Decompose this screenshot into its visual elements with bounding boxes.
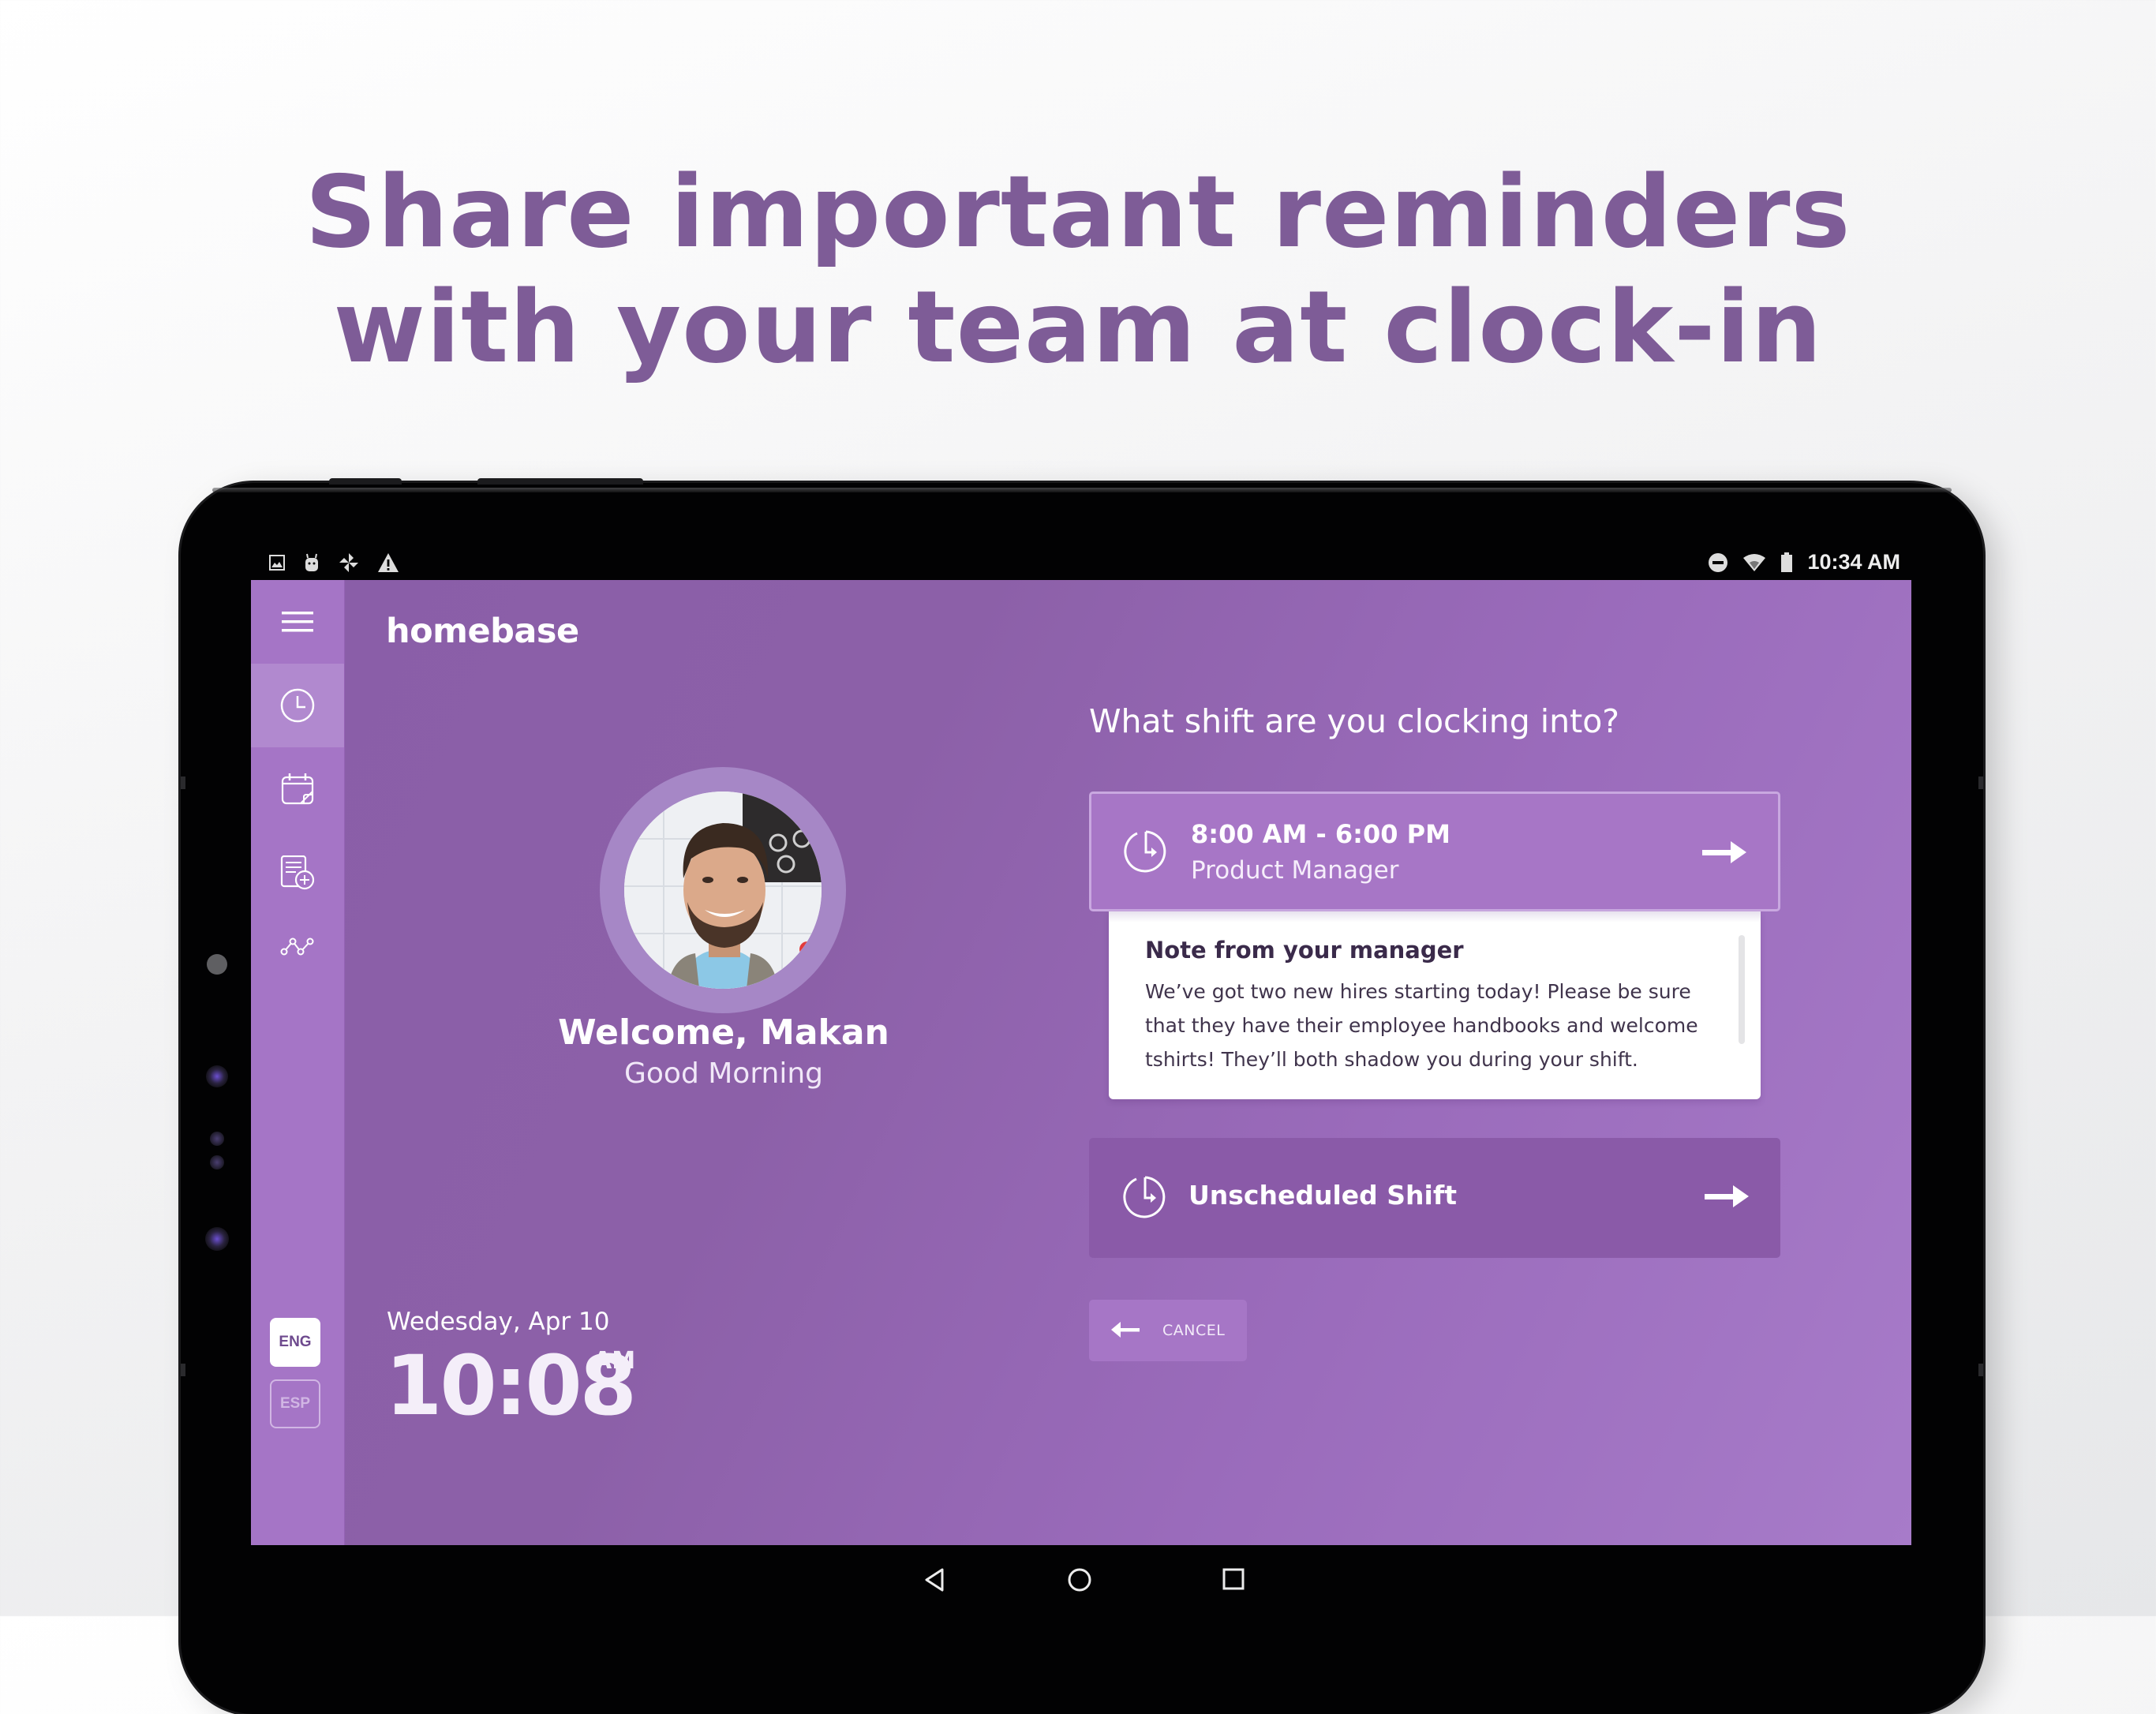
device-edge-notch [181,777,185,789]
warning-icon [378,553,399,572]
headline-line-2: with your team at clock-in [333,269,1823,385]
greeting-text: Good Morning [624,1057,823,1090]
clock-in-icon [1124,830,1166,873]
note-scrollbar[interactable] [1739,935,1745,1044]
headline-line-1: Share important reminders [305,154,1851,270]
unscheduled-shift-label: Unscheduled Shift [1188,1180,1457,1211]
sidebar-item-clock[interactable] [251,664,344,747]
document-add-icon [280,855,315,890]
do-not-disturb-icon [1709,552,1728,572]
welcome-message: Welcome, Makan [558,1012,889,1053]
sensor-icon [210,1155,224,1169]
device-edge-notch [1978,777,1983,789]
device-button [477,478,643,485]
shift-time-range: 8:00 AM - 6:00 PM [1191,819,1450,849]
shift-question: What shift are you clocking into? [1089,702,1620,740]
note-title: Note from your manager [1145,937,1464,964]
sidebar-item-new-document[interactable] [251,831,344,915]
scheduled-shift-button[interactable]: 8:00 AM - 6:00 PM Product Manager [1089,792,1780,911]
recents-button[interactable] [1222,1567,1245,1591]
calendar-note-icon [281,773,314,805]
camera-dot [207,954,227,975]
language-esp-button[interactable]: ESP [270,1379,320,1428]
clock-icon [280,688,315,723]
device-edge-notch [1978,1364,1983,1376]
language-eng-button[interactable]: ENG [270,1318,320,1367]
android-status-bar: 10:34 AM [251,547,1911,580]
sidebar: ENG ESP [251,580,345,1545]
sensor-icon [205,1227,229,1251]
sensor-icon [210,1132,224,1146]
current-date: Wedesday, Apr 10 [387,1308,610,1336]
brand-logo: homebase [386,612,579,651]
cancel-label: CANCEL [1162,1322,1226,1339]
line-graph-icon [280,937,314,956]
profile-photo [624,792,822,989]
arrow-right-icon [1702,841,1746,863]
avatar [600,767,846,1013]
back-button[interactable] [923,1567,945,1592]
image-icon [269,555,285,571]
shift-role: Product Manager [1191,856,1399,885]
home-button[interactable] [1067,1567,1092,1592]
sensor-icon [206,1065,228,1087]
arrow-right-icon [1705,1185,1749,1207]
marketing-headline: Share important reminders with your team… [0,155,2156,385]
time-ampm: AM [593,1347,636,1375]
arrow-left-icon [1111,1322,1140,1338]
battery-icon [1781,552,1793,572]
sidebar-item-analytics[interactable] [251,915,344,978]
wifi-icon [1743,553,1766,571]
unscheduled-shift-button[interactable]: Unscheduled Shift [1089,1138,1780,1258]
hamburger-menu-icon [282,612,313,632]
menu-button[interactable] [251,580,344,664]
device-button [329,478,402,485]
clock-in-icon [1123,1176,1166,1218]
cancel-button[interactable]: CANCEL [1089,1300,1247,1361]
note-body: We’ve got two new hires starting today! … [1145,980,1698,1071]
sidebar-item-schedule[interactable] [251,747,344,831]
status-time: 10:34 AM [1807,550,1900,574]
app-screen: ENG ESP homebase Welcome, Makan Good Mor… [251,580,1911,1545]
pinwheel-icon [339,553,358,572]
person-photo-icon [624,792,822,989]
manager-note: Note from your manager We’ve got two new… [1109,911,1761,1099]
android-debug-icon [305,553,318,571]
device-edge-notch [181,1364,185,1376]
android-nav-bar [251,1545,1911,1616]
